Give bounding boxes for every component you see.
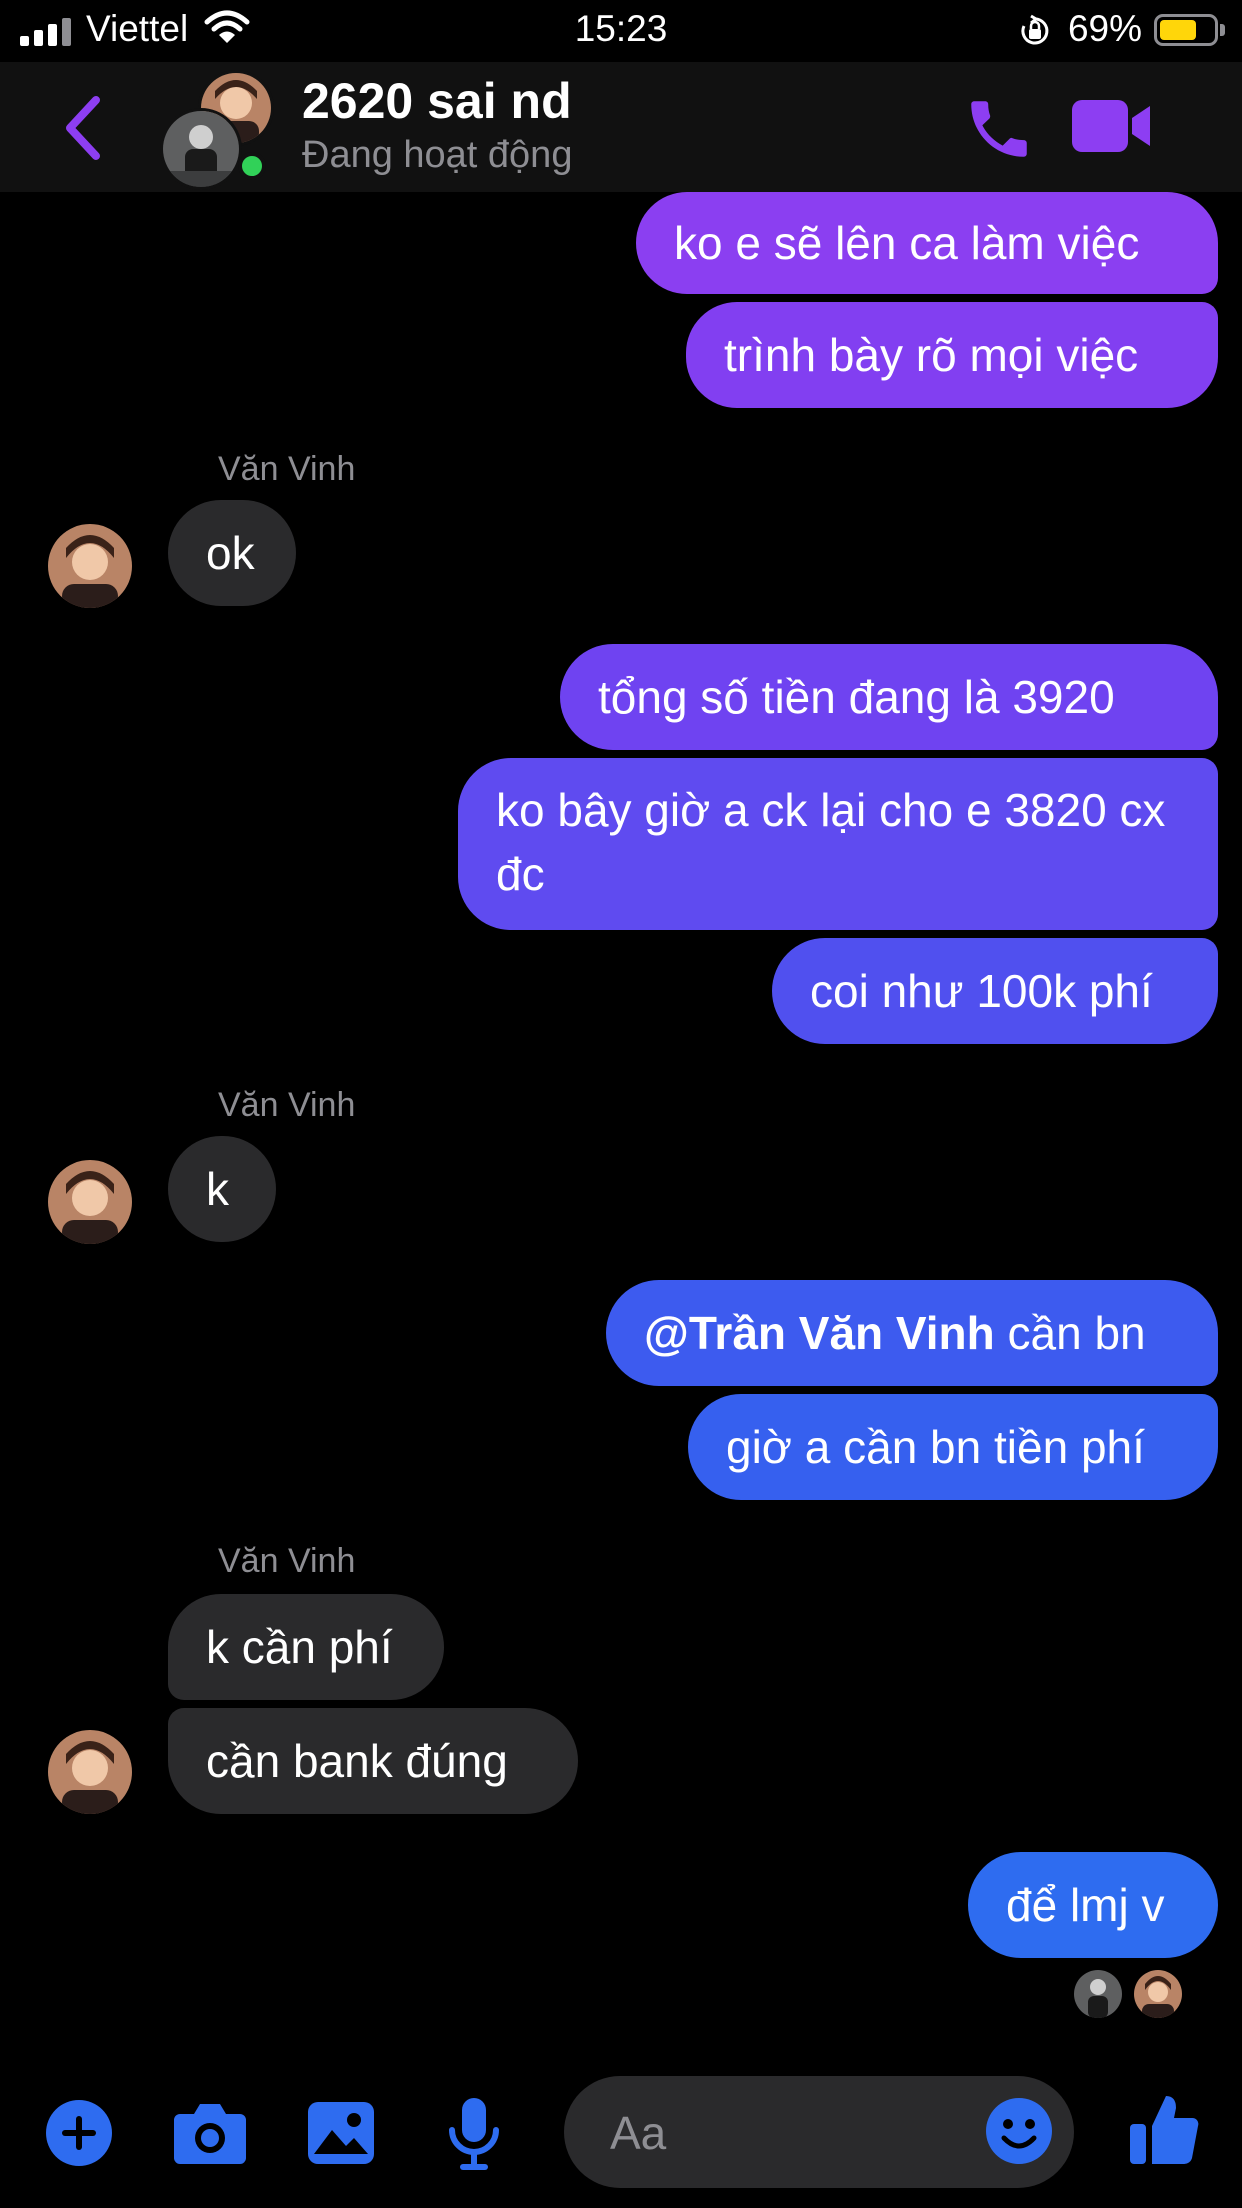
battery-icon [1154, 14, 1218, 46]
message-bubble-outgoing[interactable]: ko bây giờ a ck lại cho e 3820 cx đc [458, 758, 1218, 930]
sender-name: Văn Vinh [218, 450, 356, 488]
orientation-lock-icon [1021, 14, 1049, 45]
message-input-pill[interactable] [564, 2076, 1074, 2188]
message-text: ok [206, 527, 255, 579]
message-text: k cần phí [206, 1621, 393, 1673]
sender-name: Văn Vinh [218, 1542, 356, 1580]
message-bubble-incoming[interactable]: k cần phí [168, 1594, 444, 1700]
battery-nub [1220, 24, 1225, 36]
status-bar: Viettel 15:23 69% [0, 0, 1242, 62]
online-indicator [238, 152, 266, 180]
sender-avatar[interactable] [48, 1730, 132, 1814]
message-bubble-incoming[interactable]: cần bank đúng [168, 1708, 578, 1814]
thumbs-up-icon[interactable] [1128, 2090, 1200, 2168]
message-bubble-outgoing[interactable]: ko e sẽ lên ca làm việc [636, 192, 1218, 294]
image-icon[interactable] [306, 2100, 376, 2166]
emoji-icon[interactable] [984, 2096, 1054, 2166]
active-status: Đang hoạt động [302, 134, 573, 176]
message-composer [0, 2060, 1242, 2208]
message-text: ko e sẽ lên ca làm việc [674, 217, 1140, 269]
member-avatar-figure [160, 108, 242, 190]
message-bubble-outgoing[interactable]: coi như 100k phí [772, 938, 1218, 1044]
clock: 15:23 [574, 8, 668, 49]
camera-icon[interactable] [172, 2100, 248, 2166]
video-camera-icon[interactable] [1070, 98, 1154, 154]
message-text: k [206, 1163, 229, 1215]
message-bubble-outgoing[interactable]: để lmj v [968, 1852, 1218, 1958]
sender-avatar[interactable] [48, 524, 132, 608]
message-text: cần bn [994, 1307, 1146, 1359]
message-text: tổng số tiền đang là 3920 [598, 671, 1115, 723]
message-text: để lmj v [1006, 1879, 1165, 1931]
sender-avatar[interactable] [48, 1160, 132, 1244]
message-bubble-incoming[interactable]: k [168, 1136, 276, 1242]
message-bubble-outgoing[interactable]: @Trần Văn Vinh cần bn [606, 1280, 1218, 1386]
message-text: coi như 100k phí [810, 965, 1153, 1017]
seen-receipt-avatar [1134, 1970, 1182, 2018]
message-text: ko bây giờ a ck lại cho e 3820 cx đc [496, 784, 1166, 900]
microphone-icon[interactable] [444, 2096, 504, 2170]
sender-name: Văn Vinh [218, 1086, 356, 1124]
battery-percent: 69% [1067, 8, 1142, 49]
plus-icon[interactable] [44, 2098, 114, 2168]
message-input[interactable] [608, 2098, 972, 2168]
message-text: giờ a cần bn tiền phí [726, 1421, 1145, 1473]
message-bubble-outgoing[interactable]: trình bày rõ mọi việc [686, 302, 1218, 408]
back-chevron-icon[interactable] [60, 92, 108, 164]
contact-name[interactable]: 2620 sai nd [302, 72, 572, 130]
mention-link[interactable]: @Trần Văn Vinh [644, 1307, 995, 1359]
message-text: cần bank đúng [206, 1735, 508, 1787]
message-bubble-outgoing[interactable]: giờ a cần bn tiền phí [688, 1394, 1218, 1500]
seen-receipt-avatar [1074, 1970, 1122, 2018]
conversation-header: 2620 sai nd Đang hoạt động [0, 62, 1242, 192]
message-bubble-outgoing[interactable]: tổng số tiền đang là 3920 [560, 644, 1218, 750]
message-bubble-incoming[interactable]: ok [168, 500, 296, 606]
phone-icon[interactable] [962, 92, 1036, 166]
message-text: trình bày rõ mọi việc [724, 329, 1139, 381]
